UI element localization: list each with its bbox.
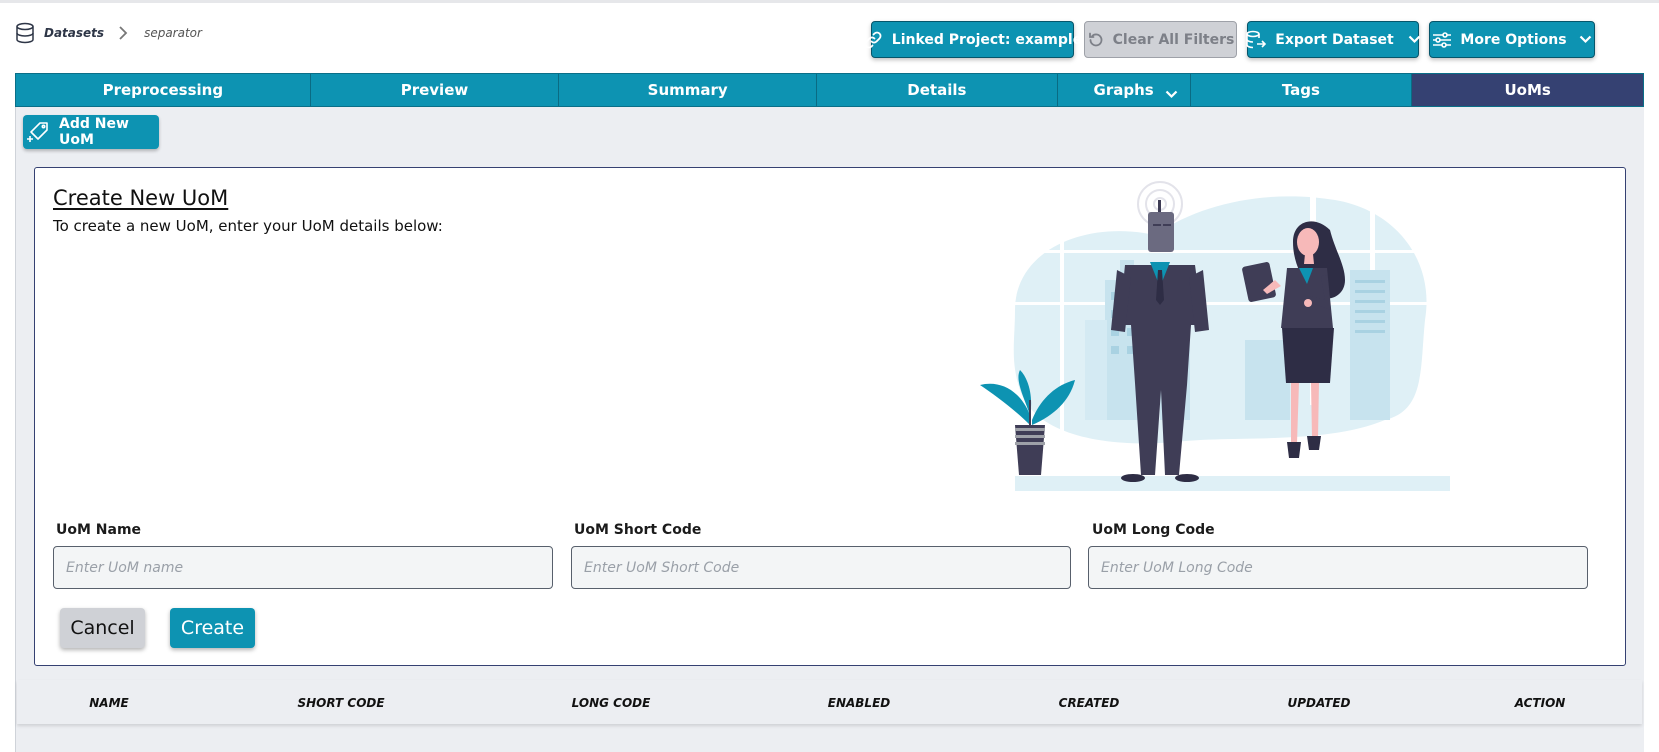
database-icon (14, 22, 36, 44)
chevron-down-icon (1408, 35, 1421, 44)
form-title: Create New UoM (53, 186, 229, 210)
tab-bar: Preprocessing Preview Summary Details Gr… (15, 73, 1644, 107)
tab-preprocessing[interactable]: Preprocessing (16, 74, 311, 106)
uom-long-code-label: UoM Long Code (1092, 522, 1215, 538)
clear-all-filters-label: Clear All Filters (1112, 31, 1235, 48)
more-options-button[interactable]: More Options (1429, 21, 1595, 58)
cancel-button[interactable]: Cancel (60, 608, 145, 648)
business-people-illustration (975, 180, 1455, 505)
add-new-uom-button[interactable]: Add New UoM (23, 115, 159, 149)
tab-label: Preprocessing (102, 81, 224, 99)
chevron-down-icon (1579, 35, 1592, 44)
uom-short-code-input[interactable] (571, 546, 1071, 589)
linked-project-label: Linked Project: example (891, 31, 1083, 48)
top-border (0, 0, 1659, 3)
create-button[interactable]: Create (170, 608, 255, 648)
tab-graphs[interactable]: Graphs (1058, 74, 1191, 106)
column-header-long-code[interactable]: LONG CODE (572, 696, 651, 710)
tab-summary[interactable]: Summary (559, 74, 818, 106)
uom-table-header: NAME SHORT CODE LONG CODE ENABLED CREATE… (17, 680, 1642, 724)
database-export-icon (1245, 30, 1267, 50)
tab-label: Details (907, 81, 967, 99)
link-icon (863, 30, 883, 50)
uom-short-code-label: UoM Short Code (574, 522, 702, 538)
column-header-created[interactable]: CREATED (1059, 696, 1120, 710)
chevron-right-icon (118, 26, 130, 40)
reset-icon (1087, 31, 1105, 49)
column-header-updated[interactable]: UPDATED (1288, 696, 1351, 710)
tab-preview[interactable]: Preview (311, 74, 560, 106)
tab-label: Tags (1281, 81, 1320, 99)
tab-uoms[interactable]: UoMs (1412, 74, 1644, 106)
form-subtitle: To create a new UoM, enter your UoM deta… (53, 217, 443, 235)
export-dataset-button[interactable]: Export Dataset (1245, 21, 1421, 58)
column-header-name[interactable]: NAME (89, 696, 128, 710)
uom-name-label: UoM Name (56, 522, 142, 538)
add-new-uom-label: Add New UoM (59, 116, 129, 148)
more-options-label: More Options (1460, 31, 1567, 48)
uom-long-code-input[interactable] (1088, 546, 1588, 589)
column-header-action[interactable]: ACTION (1515, 696, 1566, 710)
sliders-icon (1432, 31, 1452, 49)
column-header-short-code[interactable]: SHORT CODE (297, 696, 384, 710)
export-dataset-label: Export Dataset (1275, 31, 1394, 48)
tab-label: UoMs (1504, 81, 1551, 99)
breadcrumb-current: separator (144, 26, 202, 40)
breadcrumb-datasets-link[interactable]: Datasets (44, 26, 104, 40)
breadcrumb: Datasets separator (14, 20, 202, 46)
linked-project-button[interactable]: Linked Project: example (864, 21, 1082, 58)
uom-name-input[interactable] (53, 546, 553, 589)
column-header-enabled[interactable]: ENABLED (828, 696, 890, 710)
chevron-down-icon[interactable] (1165, 85, 1178, 103)
clear-all-filters-button[interactable]: Clear All Filters (1084, 21, 1237, 58)
tab-label: Graphs (1093, 81, 1154, 99)
tab-tags[interactable]: Tags (1191, 74, 1413, 106)
tag-plus-icon (27, 120, 51, 144)
tab-label: Preview (400, 81, 469, 99)
tab-label: Summary (647, 81, 728, 99)
tab-details[interactable]: Details (817, 74, 1058, 106)
